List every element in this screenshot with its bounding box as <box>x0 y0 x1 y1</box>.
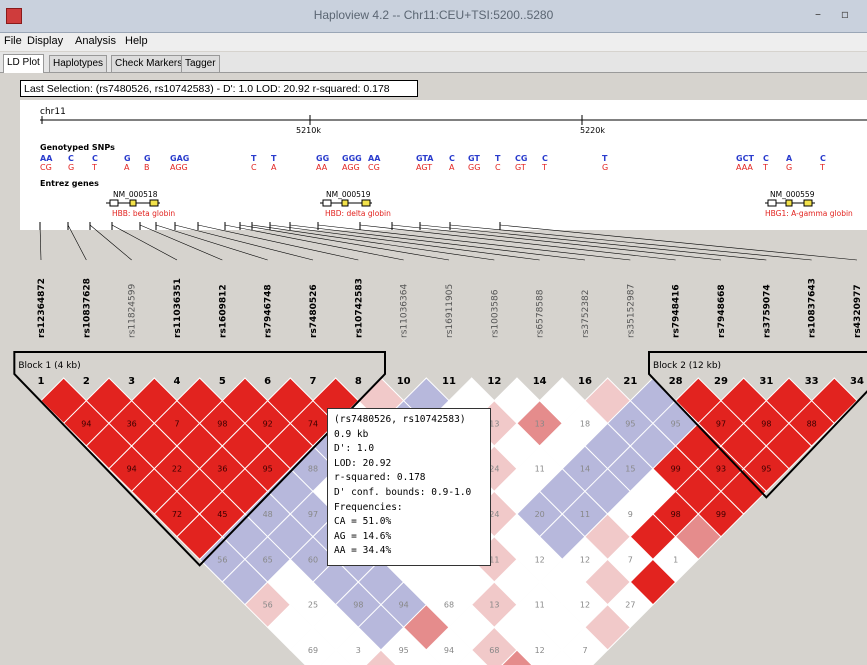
tick-label-5210k: 5210k <box>296 126 321 135</box>
snp-allele-top: C <box>449 154 455 163</box>
snp-allele-top: GAG <box>170 154 189 163</box>
snp-allele-bottom: T <box>91 163 97 172</box>
tab-check-markers[interactable]: Check Markers <box>111 55 187 72</box>
maximize-button[interactable]: ▫ <box>835 6 855 22</box>
tooltip-dprime: D': 1.0 <box>334 443 375 455</box>
menu-help[interactable]: Help <box>125 35 148 47</box>
snp-allele-bottom: GG <box>468 163 480 172</box>
snp-allele-bottom: G <box>602 163 608 172</box>
genome-track-svg: chr11 5210k 5220k Genotyped SNPs AACGCGC… <box>40 107 867 218</box>
gene-exon-hbd-2 <box>341 199 349 207</box>
tab-ld-plot[interactable]: LD Plot <box>3 54 44 73</box>
snp-allele-bottom: CG <box>40 163 52 172</box>
tooltip-pair: (rs7480526, rs10742583) <box>334 414 466 425</box>
gene-acc-hbg1: NM_000559 <box>770 190 815 199</box>
entrez-genes-label: Entrez genes <box>40 179 99 188</box>
snp-allele-bottom: AGG <box>342 163 360 172</box>
tooltip-freq-ca: CA = 51.0% <box>334 516 392 528</box>
snp-allele-top: GT <box>468 154 480 163</box>
snp-allele-top: GTA <box>416 154 434 163</box>
genotyped-snps-label: Genotyped SNPs <box>40 143 115 152</box>
snp-allele-top: AA <box>40 154 53 163</box>
gene-exon-hbg1-3 <box>803 199 813 207</box>
tooltip-freq-ag: AG = 14.6% <box>334 530 392 542</box>
snp-allele-top: T <box>602 154 608 163</box>
snp-allele-bottom: G <box>68 163 74 172</box>
snp-allele-bottom: AAA <box>736 163 753 172</box>
gene-name-hbb: HBB: beta globin <box>112 209 175 218</box>
snp-allele-top: GCT <box>736 154 754 163</box>
gene-exon-hbb-3 <box>149 199 159 207</box>
snp-allele-bottom: T <box>762 163 768 172</box>
gene-acc-hbd: NM_000519 <box>326 190 371 199</box>
snp-allele-bottom: A <box>271 163 277 172</box>
window-title: Haploview 4.2 -- Chr11:CEU+TSI:5200..528… <box>313 8 554 22</box>
menu-bar: File Display Analysis Help <box>0 33 867 51</box>
snp-allele-bottom: T <box>541 163 547 172</box>
tooltip-rsquared: r-squared: 0.178 <box>334 472 426 484</box>
snp-allele-bottom: AGG <box>170 163 188 172</box>
gene-name-hbd: HBD: delta globin <box>325 209 391 218</box>
tab-tagger[interactable]: Tagger <box>181 55 220 72</box>
tooltip-distance: 0.9 kb <box>334 428 369 440</box>
gene-exon-hbg1-1 <box>767 199 777 207</box>
snp-allele-bottom: A <box>124 163 130 172</box>
tooltip-lod: LOD: 20.92 <box>334 457 392 469</box>
minimize-button[interactable]: – <box>808 6 828 22</box>
snp-allele-bottom: T <box>819 163 825 172</box>
snp-allele-top: G <box>144 154 151 163</box>
snp-allele-bottom: AA <box>316 163 328 172</box>
snp-allele-top: GGG <box>342 154 362 163</box>
tooltip-conf-bounds: D' conf. bounds: 0.9-1.0 <box>334 486 472 498</box>
menu-display[interactable]: Display <box>27 35 63 47</box>
snp-allele-bottom: C <box>251 163 257 172</box>
tick-label-5220k: 5220k <box>580 126 605 135</box>
snp-allele-bottom: G <box>786 163 792 172</box>
snp-allele-top: C <box>542 154 548 163</box>
gene-exon-hbb-1 <box>109 199 119 207</box>
title-bar: Haploview 4.2 -- Chr11:CEU+TSI:5200..528… <box>0 0 867 33</box>
snp-allele-top: C <box>68 154 74 163</box>
last-selection-status: Last Selection: (rs7480526, rs10742583) … <box>20 80 418 97</box>
snp-allele-top: AA <box>368 154 381 163</box>
snp-allele-top: C <box>820 154 826 163</box>
snp-allele-bottom: AGT <box>416 163 432 172</box>
snp-allele-top: G <box>124 154 131 163</box>
gene-exon-hbd-3 <box>361 199 371 207</box>
snp-allele-top: CG <box>515 154 527 163</box>
ld-info-tooltip: (rs7480526, rs10742583) 0.9 kb D': 1.0 L… <box>327 408 491 566</box>
snp-allele-top: A <box>786 154 793 163</box>
snp-allele-bottom: C <box>495 163 501 172</box>
snp-allele-top: T <box>495 154 501 163</box>
gene-exon-hbd-1 <box>322 199 332 207</box>
snp-allele-top: C <box>92 154 98 163</box>
snp-allele-bottom: A <box>449 163 455 172</box>
snp-allele-bottom: GT <box>515 163 526 172</box>
tab-strip: LD Plot Haplotypes Check Markers Tagger <box>0 52 867 73</box>
snp-allele-top: T <box>271 154 277 163</box>
tooltip-freq-aa: AA = 34.4% <box>334 545 392 557</box>
gene-acc-hbb: NM_000518 <box>113 190 158 199</box>
tab-haplotypes[interactable]: Haplotypes <box>49 55 108 72</box>
snp-allele-top: GG <box>316 154 329 163</box>
snp-allele-track: AACGCGCTGAGBGAGAGGTCTAGGAAGGGAGGAACGGTAA… <box>40 154 826 172</box>
snp-allele-bottom: CG <box>368 163 380 172</box>
snp-allele-top: C <box>763 154 769 163</box>
menu-file[interactable]: File <box>4 35 22 47</box>
snp-allele-bottom: B <box>144 163 150 172</box>
chrom-label: chr11 <box>40 107 66 117</box>
gene-name-hbg1: HBG1: A-gamma globin <box>765 209 853 218</box>
menu-analysis[interactable]: Analysis <box>75 35 116 47</box>
gene-exon-hbg1-2 <box>785 199 793 207</box>
genome-browser-panel: chr11 5210k 5220k Genotyped SNPs AA CG C G C… <box>20 100 867 230</box>
snp-allele-top: T <box>251 154 257 163</box>
tooltip-frequencies-heading: Frequencies: <box>334 501 403 513</box>
gene-exon-hbb-2 <box>129 199 137 207</box>
